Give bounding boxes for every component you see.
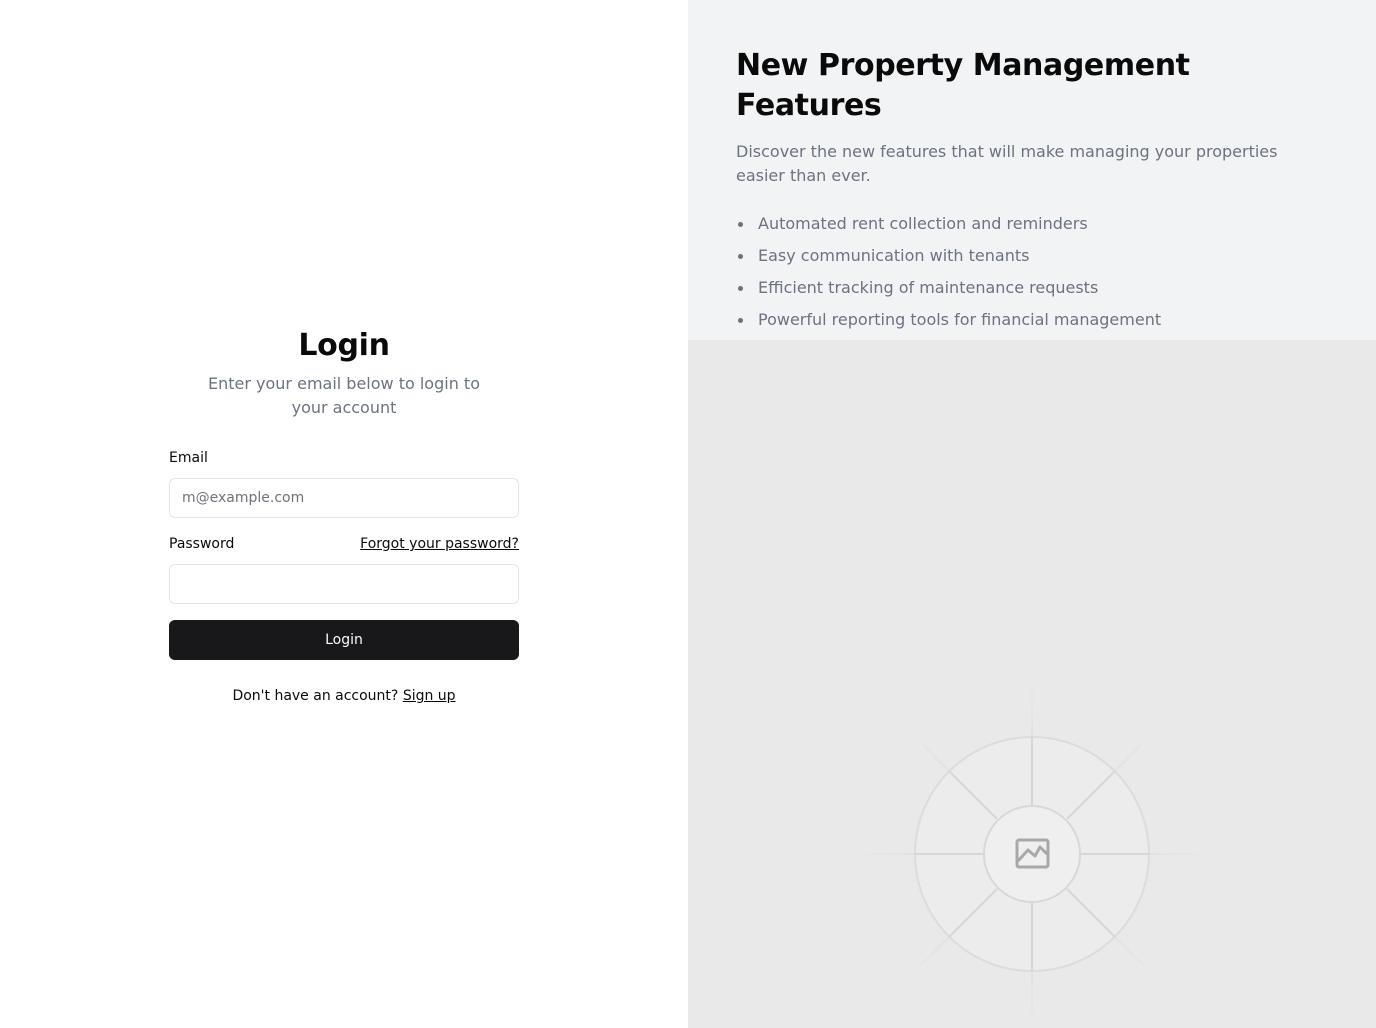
password-input[interactable] <box>169 564 519 604</box>
feature-item: Automated rent collection and reminders <box>736 212 1328 236</box>
marketing-panel: New Property Management Features Discove… <box>688 0 1376 1028</box>
email-input[interactable] <box>169 478 519 518</box>
feature-item-text: Automated rent collection and reminders <box>758 214 1088 233</box>
bullet-icon <box>738 286 743 291</box>
feature-item-text: Efficient tracking of maintenance reques… <box>758 278 1099 297</box>
password-label: Password <box>169 536 235 552</box>
feature-item: Efficient tracking of maintenance reques… <box>736 276 1328 300</box>
features-description: Discover the new features that will make… <box>736 142 1278 185</box>
features-section: New Property Management Features Discove… <box>688 0 1376 340</box>
login-panel: Login Enter your email below to login to… <box>0 0 688 1028</box>
signup-row: Don't have an account? Sign up <box>169 686 519 706</box>
feature-item: Easy communication with tenants <box>736 244 1328 268</box>
login-subtitle: Enter your email below to login to your … <box>208 374 480 417</box>
login-form: Login Enter your email below to login to… <box>169 326 519 706</box>
password-row: Password Forgot your password? <box>169 534 519 554</box>
bullet-icon <box>738 318 743 323</box>
forgot-password-link[interactable]: Forgot your password? <box>360 536 519 552</box>
signup-prompt: Don't have an account? <box>232 688 399 704</box>
features-title: New Property Management Features <box>736 48 1190 123</box>
feature-item-text: Easy communication with tenants <box>758 246 1030 265</box>
email-label: Email <box>169 450 208 466</box>
feature-item: Powerful reporting tools for financial m… <box>736 308 1328 332</box>
feature-item-text: Powerful reporting tools for financial m… <box>758 310 1162 329</box>
bullet-icon <box>738 254 743 259</box>
bullet-icon <box>738 222 743 227</box>
login-button[interactable]: Login <box>169 620 519 660</box>
features-list: Automated rent collection and reminders … <box>736 212 1328 332</box>
signup-link[interactable]: Sign up <box>403 688 456 704</box>
image-placeholder <box>688 340 1376 1028</box>
placeholder-graphic <box>862 683 1203 1024</box>
login-title: Login <box>298 328 390 363</box>
